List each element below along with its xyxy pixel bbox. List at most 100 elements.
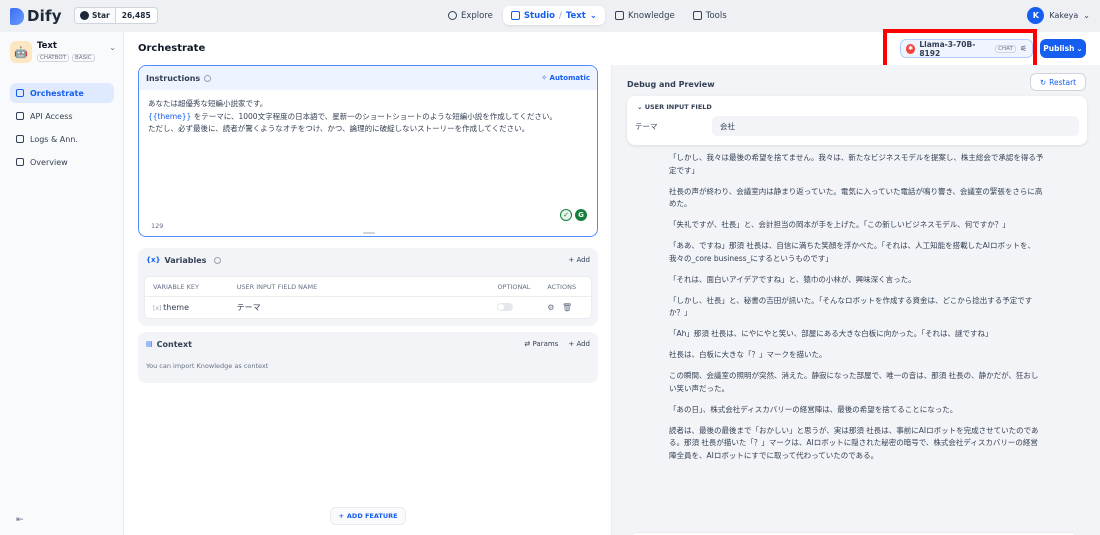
variables-title: {x} Variables [146,255,222,265]
collapse-sidebar-icon[interactable]: ⇤ [16,515,24,525]
star-count[interactable]: 26,485 [116,8,157,23]
variable-key: theme [163,303,189,312]
answer-paragraph: 「しかし、社長」と、秘書の吉田が訊いた。「そんなロボットを作成する資金は、どこか… [669,295,1033,318]
publish-button[interactable]: Publish ⌄ [1040,39,1086,58]
info-icon[interactable] [214,256,222,264]
answer-paragraph: 「それは、面白いアイデアですね」と、猿巾の小林が、興味深く言った。 [669,274,916,284]
dify-logo[interactable]: Dify [10,7,62,25]
nav-studio[interactable]: Studio / Text ⌄ [502,6,605,25]
user-menu[interactable]: K Kakeya ⌄ [1027,7,1090,24]
gear-icon[interactable]: ⚙ [547,303,554,312]
nav-knowledge[interactable]: Knowledge [607,6,683,25]
robot-icon: 🤖 [10,41,32,63]
top-bar: Dify Star 26,485 Explore Studio / Text ⌄… [0,0,1100,32]
table-row: [x] theme テーマ ⚙ 🗑 [145,296,591,318]
instructions-header: Instructions ✧ Automatic [139,66,597,90]
answer-paragraph: 読者は、最後の最後まで「おかしい」と思うが、実は那須 社長は、事前にAIロボット… [669,425,1039,460]
automatic-button[interactable]: ✧ Automatic [541,74,590,82]
theme-input[interactable]: 会社 [712,116,1079,136]
col-variable-key: VARIABLE KEY [153,282,199,291]
app-sidebar: 🤖 Text CHATBOT BASIC ⌄ Orchestrate API A… [0,32,124,535]
star-label: Star [92,11,110,20]
answer-paragraph: 社長の声が終わり、会議室内は静まり返っていた。電気に入っていた電話が鳴り響き、会… [669,186,1043,209]
add-feature-button[interactable]: + ADD FEATURE [330,507,406,525]
variable-token: {{theme}} [148,111,192,121]
grammar-check-icon[interactable]: ✓ [560,209,572,221]
variables-title-text: Variables [164,255,207,265]
variables-panel: {x} Variables + Add VARIABLE KEY USER IN… [138,248,598,326]
context-panel: ▤ Context ⇄ Params + Add You can import … [138,332,598,383]
variable-icon: [x] [153,305,164,312]
nav-explore[interactable]: Explore [440,6,501,25]
plus-icon: + [338,512,344,520]
user-input-field-header[interactable]: ⌄ USER INPUT FIELD [627,96,1087,111]
nav-tools-label: Tools [705,10,727,21]
studio-icon [510,11,520,20]
user-name: Kakeya [1049,11,1079,20]
nav-studio-app[interactable]: Text [566,11,586,21]
prompt-line: {{theme}} をテーマに、1000文字程度の日本語で、星新一のショートショ… [148,111,588,124]
github-star-button[interactable]: Star [75,8,116,23]
chevron-down-icon: ⌄ [1083,11,1090,20]
app-mode-tag: BASIC [72,54,95,62]
user-input-field-panel: ⌄ USER INPUT FIELD テーマ 会社 [627,96,1087,145]
trash-icon[interactable]: 🗑 [562,303,572,312]
logs-icon [16,135,24,143]
debug-preview-panel: Debug and Preview ↻ Restart ⌄ USER INPUT… [611,65,1100,535]
main-nav: Explore Studio / Text ⌄ Knowledge Tools [440,6,735,25]
nav-knowledge-label: Knowledge [627,10,675,21]
grammarly-icon[interactable]: G [575,209,587,221]
restart-button[interactable]: ↻ Restart [1030,73,1086,91]
sidebar-item-overview[interactable]: Overview [10,152,114,172]
prompt-line: ただし、必ず最後に、読者が驚くようなオチをつけ、かつ、論理的に破綻しないストーリ… [148,124,530,133]
resize-handle[interactable] [363,232,375,234]
github-icon [80,11,89,20]
chevron-down-icon: ⌄ [109,43,116,52]
params-label: Params [532,340,559,348]
actions-cell: ⚙ 🗑 [547,303,591,312]
orchestrate-icon [16,89,24,97]
avatar: K [1027,7,1045,24]
chat-answer: 「しかし、我々は最後の希望を捨てません。我々は、新たなビジネスモデルを提案し、株… [660,152,1053,464]
nav-explore-label: Explore [461,10,493,21]
params-button[interactable]: ⇄ Params [524,340,558,348]
sidebar-item-api-access[interactable]: API Access [10,106,114,126]
info-icon[interactable] [204,74,212,82]
sidebar-item-orchestrate[interactable]: Orchestrate [10,83,114,103]
answer-paragraph: 「あの日」、株式会社ディスカバリーの経営陣は、最後の希望を捨てることになった。 [669,404,958,414]
field-label: テーマ [635,121,658,131]
variables-table: VARIABLE KEY USER INPUT FIELD NAME OPTIO… [144,276,592,319]
book-icon [614,11,624,20]
col-actions: ACTIONS [547,282,577,291]
publish-label: Publish [1043,44,1075,53]
add-label: Add [576,340,590,348]
sidebar-item-label: Orchestrate [30,88,84,98]
automatic-label: Automatic [549,74,590,82]
main-area: Orchestrate ✱ Llama-3-70B-8192 CHAT ⚟ Pu… [124,29,1100,535]
table-header: VARIABLE KEY USER INPUT FIELD NAME OPTIO… [145,277,591,296]
highlight-box [883,29,1037,69]
nav-separator: / [558,10,562,21]
sidebar-menu: Orchestrate API Access Logs & Ann. Overv… [10,83,114,175]
answer-paragraph: この瞬間、会議室の照明が突然、消えた。静寂になった部屋で、唯一の音は、那須 社長… [669,371,1039,393]
sidebar-item-logs[interactable]: Logs & Ann. [10,129,114,149]
instructions-textarea[interactable]: あなたは超優秀な短編小説家です。 {{theme}} をテーマに、1000文字程… [139,90,597,144]
nav-tools[interactable]: Tools [685,6,735,25]
dify-logo-icon [10,7,24,25]
github-star-widget[interactable]: Star 26,485 [74,7,158,24]
optional-cell [497,302,547,313]
answer-paragraph: 「ああ、ですね」那須 社長は、自信に満ちた笑顔を浮かべた。「それは、人工知能を搭… [669,241,1035,263]
optional-toggle[interactable] [497,302,514,311]
add-context-button[interactable]: + Add [568,340,590,348]
add-variable-button[interactable]: + Add [568,256,590,264]
variable-icon: {x} [146,256,161,264]
context-hint: You can import Knowledge as context [146,362,269,370]
sidebar-item-label: API Access [30,111,73,121]
prompt-text: をテーマに、1000文字程度の日本語で、星新一のショートショートのような短編小説… [191,111,557,121]
variable-key-cell[interactable]: [x] theme [145,303,237,312]
field-name-cell[interactable]: テーマ [237,302,498,313]
answer-paragraph: 「Ah」那須 社長は、にやにやと笑い、部屋にある大きな白板に向かった。「それは、… [669,329,993,338]
document-icon: ▤ [146,340,153,348]
app-switcher[interactable]: 🤖 Text CHATBOT BASIC ⌄ [10,41,116,63]
answer-paragraph: 「失礼ですが、社長」と、会計担当の岡本が手を上げた。「この新しいビジネスモデル、… [669,220,1010,229]
